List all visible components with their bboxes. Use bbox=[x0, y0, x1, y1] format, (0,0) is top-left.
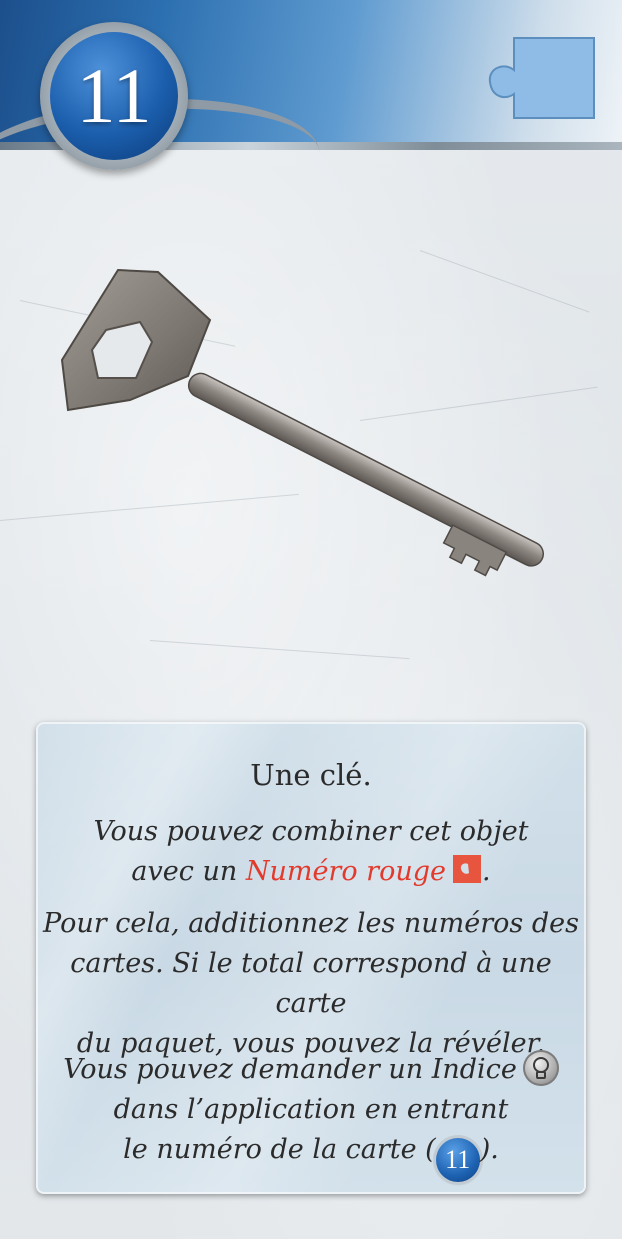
rule-line-1: Pour cela, additionnez les numéros des bbox=[43, 908, 579, 939]
hint-line-3-suffix: ). bbox=[479, 1134, 499, 1165]
card-number-badge: 11 bbox=[40, 22, 188, 170]
card-number-icon: 11 bbox=[435, 1138, 480, 1182]
hint-line-1: Vous pouvez demander un Indice bbox=[36, 1050, 586, 1090]
card-number-disc: 11 bbox=[50, 32, 178, 160]
hint-line-2: dans l’application en entrant bbox=[113, 1094, 509, 1125]
card-title: Une clé. bbox=[250, 758, 372, 792]
combine-line-2-suffix: . bbox=[481, 856, 491, 887]
hint-text: Vous pouvez demander un Indice dans l’ap… bbox=[36, 1050, 586, 1182]
hint-line-3-prefix: le numéro de la carte ( bbox=[123, 1134, 436, 1165]
puzzle-piece-icon bbox=[486, 36, 596, 120]
red-puzzle-icon bbox=[452, 854, 482, 884]
red-number-label: Numéro rouge bbox=[245, 856, 446, 887]
combine-line-2-prefix: avec un bbox=[131, 856, 246, 887]
combine-text: Vous pouvez combiner cet objet avec un N… bbox=[36, 812, 586, 892]
hint-line-1-text: Vous pouvez demander un Indice bbox=[63, 1054, 517, 1085]
combine-line-2: avec un Numéro rouge. bbox=[36, 852, 586, 892]
combine-line-1: Vous pouvez combiner cet objet bbox=[93, 816, 529, 847]
rule-line-2: cartes. Si le total correspond à une car… bbox=[70, 948, 552, 1019]
hint-line-3: le numéro de la carte (11). bbox=[36, 1130, 586, 1182]
card-number: 11 bbox=[76, 52, 152, 139]
key-icon bbox=[60, 268, 545, 577]
lightbulb-icon bbox=[522, 1050, 559, 1086]
game-card[interactable]: 11 Une clé. Vous pouvez combiner cet obj… bbox=[0, 0, 622, 1239]
rule-text: Pour cela, additionnez les numéros des c… bbox=[36, 904, 586, 1064]
card-text-panel: Une clé. Vous pouvez combiner cet objet … bbox=[36, 722, 586, 1194]
